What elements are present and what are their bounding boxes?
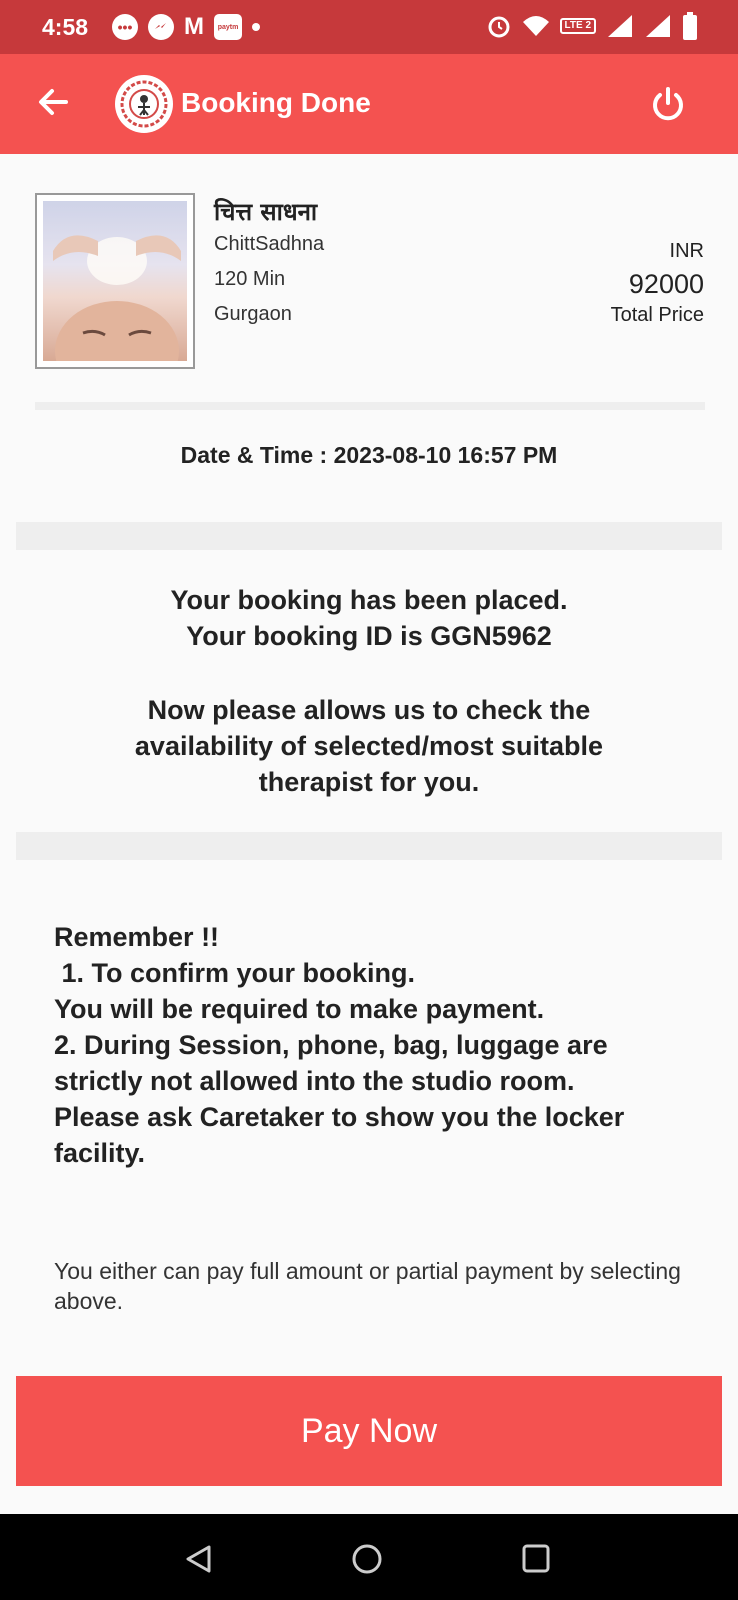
back-triangle-icon[interactable]	[183, 1544, 215, 1579]
remember-line: You will be required to make payment.	[54, 994, 545, 1024]
page-title: Booking Done	[181, 87, 371, 118]
battery-icon	[683, 12, 697, 40]
messenger-icon	[148, 14, 174, 40]
recents-square-icon[interactable]	[521, 1544, 551, 1579]
notification-icons: ••• M paytm	[112, 13, 260, 41]
availability-text: Now please allows us to check the	[147, 695, 591, 725]
chat-icon: •••	[112, 14, 138, 40]
status-bar: 4:58 ••• M paytm LTE 2	[0, 0, 738, 54]
system-icons: LTE 2	[486, 12, 698, 40]
alarm-icon	[488, 16, 510, 38]
therapy-name-hindi: चित्त साधना	[214, 198, 318, 226]
therapy-thumbnail	[35, 193, 195, 369]
dot-icon	[252, 23, 260, 31]
power-icon[interactable]	[649, 85, 687, 128]
remember-line: facility.	[54, 1138, 146, 1168]
price-currency: INR	[669, 240, 704, 262]
remember-line: Please ask Caretaker to show you the loc…	[54, 1102, 625, 1132]
price-block: INR 92000 Total Price	[611, 240, 704, 327]
app-logo	[115, 75, 173, 133]
signal-icon-2	[646, 15, 670, 37]
availability-text: availability of selected/most suitable	[134, 731, 604, 761]
wifi-icon	[522, 16, 549, 36]
therapy-location: Gurgaon	[214, 303, 292, 325]
home-circle-icon[interactable]	[351, 1544, 383, 1581]
remember-line: 2. During Session, phone, bag, luggage a…	[54, 1030, 608, 1060]
therapy-name: ChittSadhna	[214, 233, 325, 255]
divider	[16, 832, 722, 860]
remember-line: 1. To confirm your booking.	[54, 958, 416, 988]
paytm-icon: paytm	[214, 14, 242, 40]
divider	[16, 522, 722, 550]
app-bar: Booking Done	[0, 54, 738, 154]
booking-datetime: Date & Time : 2023-08-10 16:57 PM	[180, 442, 558, 468]
divider	[35, 402, 705, 410]
remember-line: Remember !!	[54, 922, 220, 952]
payment-note: You either can pay full amount or partia…	[54, 1258, 681, 1314]
therapy-duration: 120 Min	[214, 268, 286, 290]
gmail-icon: M	[184, 13, 204, 40]
booking-placed-text: Your booking has been placed.	[170, 585, 568, 615]
therapy-image	[43, 201, 187, 361]
remember-line: strictly not allowed into the studio roo…	[54, 1066, 575, 1096]
price-amount: 92000	[628, 269, 704, 299]
signal-icon	[608, 15, 632, 37]
remember-notice: Remember !! 1. To confirm your booking. …	[54, 919, 694, 1171]
pay-now-button[interactable]: Pay Now	[16, 1376, 722, 1486]
system-nav-bar	[0, 1514, 738, 1600]
booking-id-text: Your booking ID is GGN5962	[186, 621, 552, 651]
arrow-left-icon[interactable]	[36, 84, 72, 125]
price-label: Total Price	[610, 304, 704, 326]
availability-text: therapist for you.	[258, 767, 480, 797]
status-time: 4:58	[42, 14, 89, 40]
lte-badge: LTE 2	[559, 18, 596, 34]
